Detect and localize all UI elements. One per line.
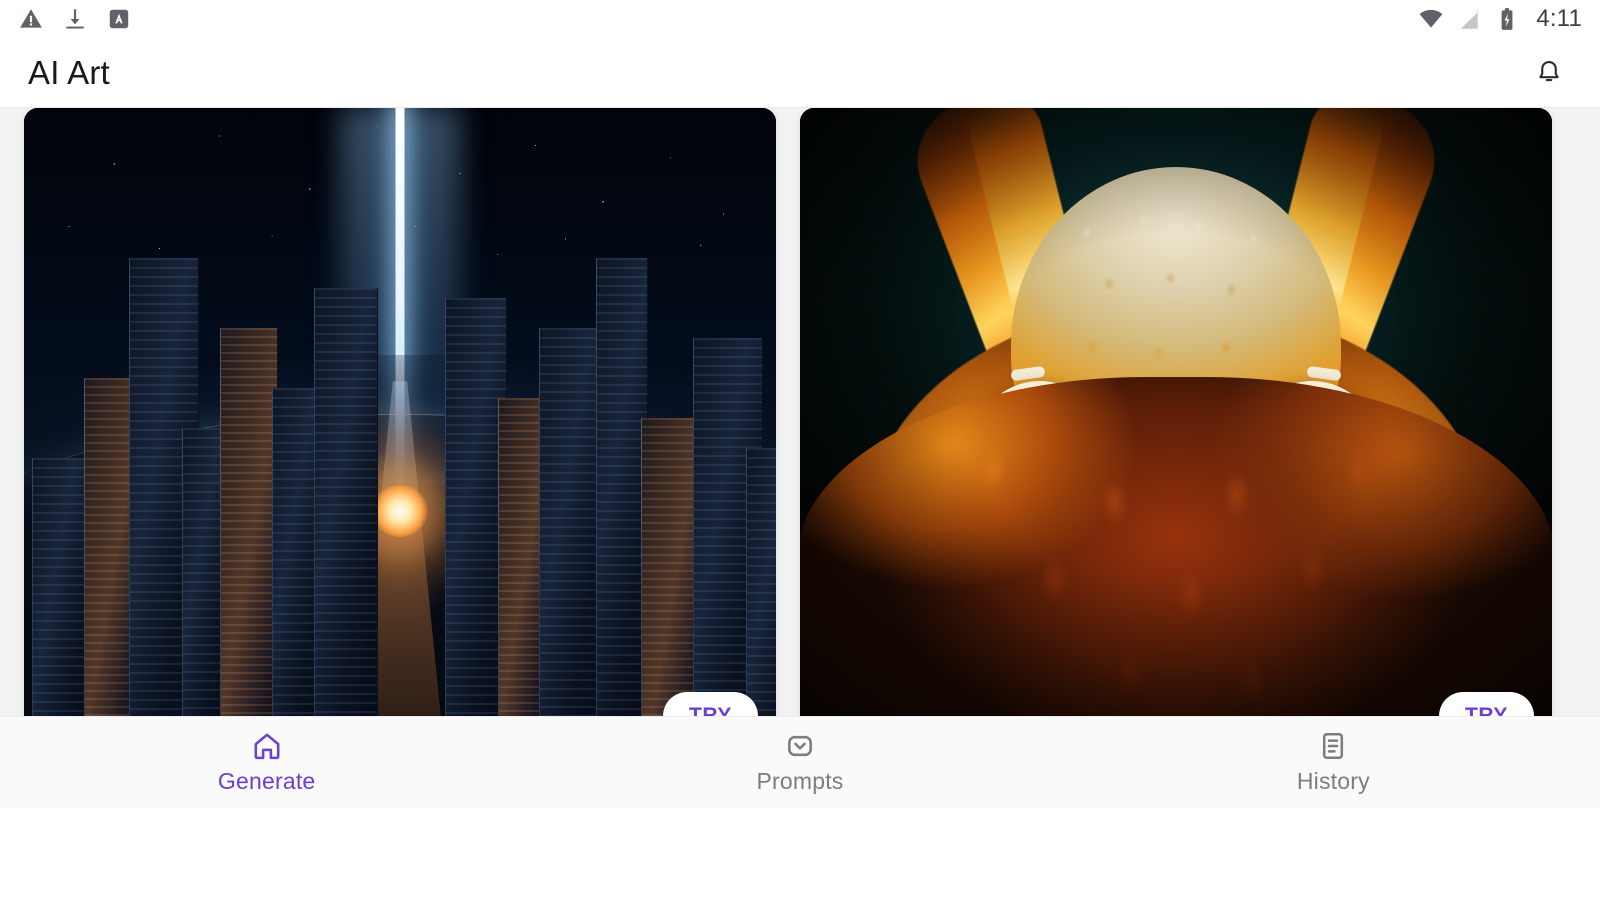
status-bar: 4:11: [0, 0, 1600, 38]
signal-off-icon: [1459, 9, 1479, 30]
alien-city-artwork: [24, 108, 776, 758]
warning-triangle-icon: [20, 9, 42, 28]
nav-item-history[interactable]: History: [1067, 717, 1600, 808]
status-bar-right-icons: 4:11: [1418, 5, 1582, 33]
artwork-card[interactable]: TRY: [24, 108, 776, 758]
artwork-card[interactable]: TRY: [800, 108, 1552, 758]
nav-item-generate[interactable]: Generate: [0, 717, 533, 808]
nav-label-prompts: Prompts: [756, 768, 844, 794]
nav-label-history: History: [1296, 768, 1370, 794]
home-icon: [254, 733, 280, 760]
page-title: AI Art: [28, 53, 110, 91]
skyscraper: [313, 288, 378, 758]
glowing-sun-orb: [372, 485, 428, 537]
battery-charging-icon: [1501, 8, 1513, 30]
app-a-icon: [109, 9, 129, 29]
artwork-column: TRY Highly detailed, digital painting, a…: [800, 108, 1552, 802]
download-icon: [66, 9, 84, 29]
nav-item-prompts[interactable]: Prompts: [533, 717, 1066, 808]
artwork-grid: TRY an alien city beneath a vantablack s…: [0, 108, 1600, 802]
nav-label-generate: Generate: [217, 768, 316, 794]
eagle-owl-artwork: [800, 108, 1552, 758]
artwork-column: TRY an alien city beneath a vantablack s…: [24, 108, 776, 802]
gallery-content: TRY an alien city beneath a vantablack s…: [0, 108, 1600, 808]
vignette-overlay: [800, 108, 1552, 758]
wifi-icon: [1419, 9, 1443, 28]
chevron-down-box-icon: [788, 735, 812, 757]
skyscraper: [219, 328, 278, 758]
bell-icon: [1539, 60, 1559, 81]
bottom-navigation: Generate Prompts History: [0, 716, 1600, 808]
notification-button[interactable]: [1526, 50, 1572, 96]
status-bar-time: 4:11: [1536, 5, 1582, 32]
document-list-icon: [1323, 733, 1344, 760]
status-bar-left-icons: [18, 6, 132, 32]
app-bar: AI Art: [0, 38, 1600, 108]
